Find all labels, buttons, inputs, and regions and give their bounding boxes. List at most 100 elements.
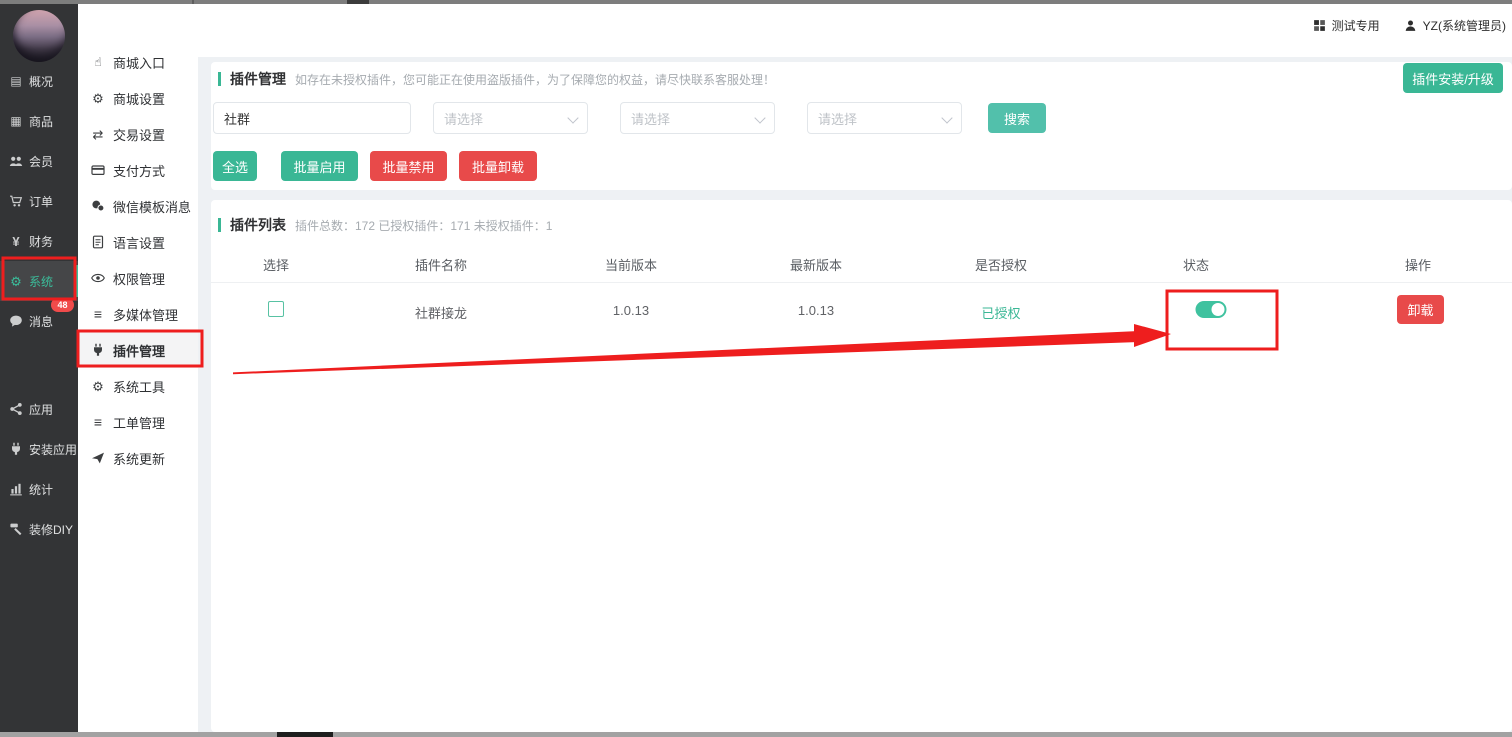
plug-icon (91, 343, 105, 357)
submenu-item-plugin-management[interactable]: 插件管理 (78, 332, 198, 368)
filter-select-3[interactable]: 请选择 (807, 102, 962, 134)
user-avatar[interactable] (13, 10, 65, 62)
sidebar-item-label: 订单 (29, 193, 53, 210)
sidebar-item-label: 消息 (29, 313, 53, 330)
column-header-current: 当前版本 (605, 255, 657, 274)
filter-select-2[interactable]: 请选择 (620, 102, 775, 134)
sidebar-item-label: 会员 (29, 153, 53, 170)
bulk-disable-button[interactable]: 批量禁用 (370, 151, 447, 181)
cart-icon (9, 194, 23, 208)
chevron-down-icon (567, 112, 578, 123)
sidebar-item-statistics[interactable]: 统计 (0, 469, 78, 509)
members-icon (9, 154, 23, 168)
row-checkbox[interactable] (268, 301, 284, 317)
submenu-item-system-tools[interactable]: 系统工具 (78, 368, 198, 404)
sidebar-item-label: 财务 (29, 233, 53, 250)
sidebar-item-orders[interactable]: 订单 (0, 181, 78, 221)
gear-icon (91, 379, 105, 393)
credit-card-icon (91, 163, 105, 177)
sidebar-item-messages[interactable]: 消息 48 (0, 301, 78, 341)
section-title-row: 插件管理 如存在未授权插件，您可能正在使用盗版插件，为了保障您的权益，请尽快联系… (218, 69, 775, 89)
select-all-button[interactable]: 全选 (213, 151, 257, 181)
submenu-item-media-management[interactable]: 多媒体管理 (78, 296, 198, 332)
active-indicator (75, 265, 78, 297)
select-placeholder: 请选择 (818, 109, 857, 128)
status-toggle[interactable] (1196, 301, 1227, 318)
submenu-item-label: 语言设置 (113, 233, 165, 252)
sidebar-item-decorate-diy[interactable]: 装修DIY (0, 509, 78, 549)
bottom-scrollbar-strip[interactable] (0, 732, 1512, 737)
title-accent-bar (218, 72, 221, 86)
bar-chart-icon (9, 482, 23, 496)
submenu-item-wechat-template-msg[interactable]: 微信模板消息 (78, 188, 198, 224)
table-header-divider (211, 282, 1512, 283)
workspace-label: 测试专用 (1332, 17, 1380, 34)
uninstall-button[interactable]: 卸载 (1397, 295, 1444, 324)
app-window: 概况 商品 会员 订单 财务 (0, 0, 1512, 737)
top-header: 测试专用 YZ(系统管理员) (78, 4, 1512, 57)
gavel-icon (9, 522, 23, 536)
submenu-item-mall-entrance[interactable]: 商城入口 (78, 44, 198, 80)
search-button[interactable]: 搜索 (988, 103, 1046, 133)
primary-sidebar: 概况 商品 会员 订单 财务 (0, 4, 78, 732)
list-icon (91, 307, 105, 321)
plugin-manager-panel: 插件管理 如存在未授权插件，您可能正在使用盗版插件，为了保障您的权益，请尽快联系… (211, 62, 1512, 190)
plug-icon (9, 442, 23, 456)
sidebar-item-apps[interactable]: 应用 (0, 389, 78, 429)
table-row-select (268, 301, 284, 320)
system-submenu: 商城入口 商城设置 交易设置 支付方式 微信模板消息 (78, 44, 198, 476)
sidebar-item-label: 应用 (29, 401, 53, 418)
submenu-item-permissions[interactable]: 权限管理 (78, 260, 198, 296)
bulk-enable-button[interactable]: 批量启用 (281, 151, 358, 181)
sidebar-item-label: 安装应用 (29, 441, 77, 458)
sidebar-item-label: 统计 (29, 481, 53, 498)
message-count-badge: 48 (51, 298, 74, 312)
submenu-item-language-settings[interactable]: 语言设置 (78, 224, 198, 260)
sidebar-item-label: 概况 (29, 73, 53, 90)
sidebar-item-goods[interactable]: 商品 (0, 101, 78, 141)
user-icon (1404, 19, 1418, 33)
gears-icon (9, 274, 23, 288)
column-header-auth: 是否授权 (975, 255, 1027, 274)
title-accent-bar (218, 218, 221, 232)
sidebar-item-overview[interactable]: 概况 (0, 61, 78, 101)
submenu-item-mall-settings[interactable]: 商城设置 (78, 80, 198, 116)
submenu-item-payment-methods[interactable]: 支付方式 (78, 152, 198, 188)
submenu-item-work-orders[interactable]: 工单管理 (78, 404, 198, 440)
scrollbar-thumb[interactable] (277, 732, 333, 737)
submenu-item-trade-settings[interactable]: 交易设置 (78, 116, 198, 152)
latest-version-cell: 1.0.13 (798, 303, 834, 318)
filter-select-1[interactable]: 请选择 (433, 102, 588, 134)
workspace-switcher[interactable]: 测试专用 (1313, 17, 1380, 34)
submenu-item-system-update[interactable]: 系统更新 (78, 440, 198, 476)
column-header-status: 状态 (1183, 255, 1209, 274)
chat-bubble-icon (9, 314, 23, 328)
column-header-latest: 最新版本 (790, 255, 842, 274)
column-header-action: 操作 (1405, 255, 1431, 274)
select-placeholder: 请选择 (631, 109, 670, 128)
primary-nav: 概况 商品 会员 订单 财务 (0, 61, 78, 549)
grid-icon (1313, 19, 1327, 33)
swap-arrows-icon (91, 127, 105, 141)
sidebar-item-install-apps[interactable]: 安装应用 (0, 429, 78, 469)
bulk-uninstall-button[interactable]: 批量卸载 (459, 151, 537, 181)
column-header-name: 插件名称 (415, 255, 467, 274)
sidebar-item-label: 装修DIY (29, 521, 73, 538)
list-icon (91, 415, 105, 429)
submenu-item-label: 多媒体管理 (113, 305, 178, 324)
gear-icon (91, 91, 105, 105)
chevron-down-icon (941, 112, 952, 123)
wechat-icon (91, 199, 105, 213)
plugin-list-panel: 插件列表 插件总数：172 已授权插件：171 未授权插件：1 选择 插件名称 … (211, 200, 1512, 732)
submenu-item-label: 权限管理 (113, 269, 165, 288)
eye-icon (91, 271, 105, 285)
keyword-search-input[interactable] (213, 102, 411, 134)
user-menu[interactable]: YZ(系统管理员) (1404, 17, 1506, 34)
submenu-item-label: 插件管理 (113, 341, 165, 360)
install-upgrade-button[interactable]: 插件安装/升级 (1403, 63, 1503, 93)
sidebar-item-members[interactable]: 会员 (0, 141, 78, 181)
sidebar-item-finance[interactable]: 财务 (0, 221, 78, 261)
user-label: YZ(系统管理员) (1423, 17, 1506, 34)
submenu-item-label: 交易设置 (113, 125, 165, 144)
sidebar-item-system[interactable]: 系统 (0, 261, 78, 301)
